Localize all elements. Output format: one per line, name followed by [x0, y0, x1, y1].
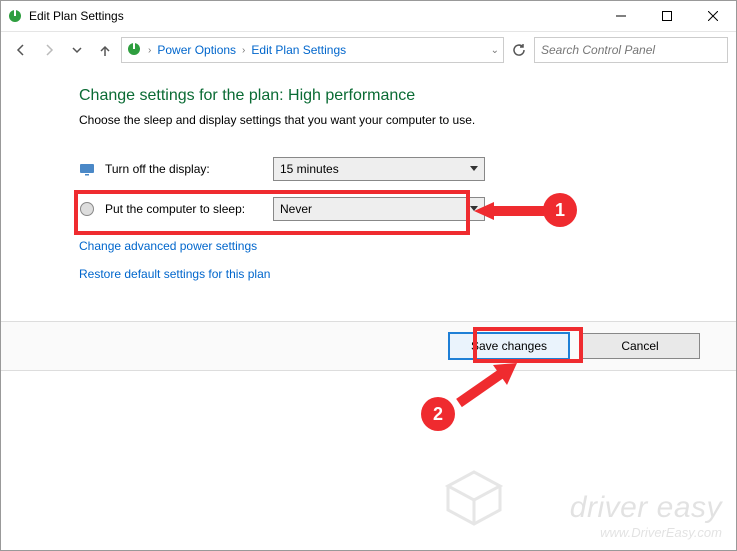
window-controls — [598, 1, 736, 31]
breadcrumb-edit-plan-settings[interactable]: Edit Plan Settings — [251, 43, 346, 57]
row-put-to-sleep: Put the computer to sleep: Never — [79, 195, 736, 223]
minimize-button[interactable] — [598, 1, 644, 31]
recent-locations-button[interactable] — [65, 38, 89, 62]
window: Edit Plan Settings › Power Options › Edi… — [0, 0, 737, 551]
button-strip: Save changes Cancel — [1, 321, 736, 371]
link-restore-defaults[interactable]: Restore default settings for this plan — [79, 267, 736, 281]
sleep-timeout-select[interactable]: Never — [273, 197, 485, 221]
link-advanced-settings[interactable]: Change advanced power settings — [79, 239, 736, 253]
sleep-label: Put the computer to sleep: — [105, 202, 273, 216]
chevron-down-icon[interactable]: ⌄ — [491, 45, 499, 56]
nav-bar: › Power Options › Edit Plan Settings ⌄ S… — [1, 32, 736, 68]
cancel-button[interactable]: Cancel — [580, 333, 700, 359]
search-input[interactable]: Search Control Panel — [534, 37, 728, 63]
control-panel-icon — [126, 41, 142, 60]
up-button[interactable] — [93, 38, 117, 62]
app-icon — [7, 8, 23, 24]
forward-button[interactable] — [37, 38, 61, 62]
cancel-label: Cancel — [621, 339, 658, 353]
page-heading: Change settings for the plan: High perfo… — [79, 87, 736, 105]
sleep-timeout-value: Never — [280, 202, 312, 216]
row-turn-off-display: Turn off the display: 15 minutes — [79, 155, 736, 183]
chevron-right-icon: › — [148, 45, 151, 56]
window-title: Edit Plan Settings — [29, 9, 598, 23]
titlebar: Edit Plan Settings — [1, 1, 736, 32]
maximize-button[interactable] — [644, 1, 690, 31]
display-label: Turn off the display: — [105, 162, 273, 176]
address-bar[interactable]: › Power Options › Edit Plan Settings ⌄ — [121, 37, 504, 63]
content-area: Change settings for the plan: High perfo… — [1, 69, 736, 550]
close-button[interactable] — [690, 1, 736, 31]
display-timeout-select[interactable]: 15 minutes — [273, 157, 485, 181]
back-button[interactable] — [9, 38, 33, 62]
display-icon — [79, 161, 95, 177]
refresh-button[interactable] — [508, 39, 530, 61]
sleep-icon — [79, 201, 95, 217]
breadcrumb-power-options[interactable]: Power Options — [157, 43, 236, 57]
page-subtext: Choose the sleep and display settings th… — [79, 113, 736, 127]
save-changes-label: Save changes — [471, 339, 547, 353]
save-changes-button[interactable]: Save changes — [448, 332, 570, 360]
search-placeholder: Search Control Panel — [541, 43, 655, 57]
chevron-right-icon: › — [242, 45, 245, 56]
display-timeout-value: 15 minutes — [280, 162, 339, 176]
